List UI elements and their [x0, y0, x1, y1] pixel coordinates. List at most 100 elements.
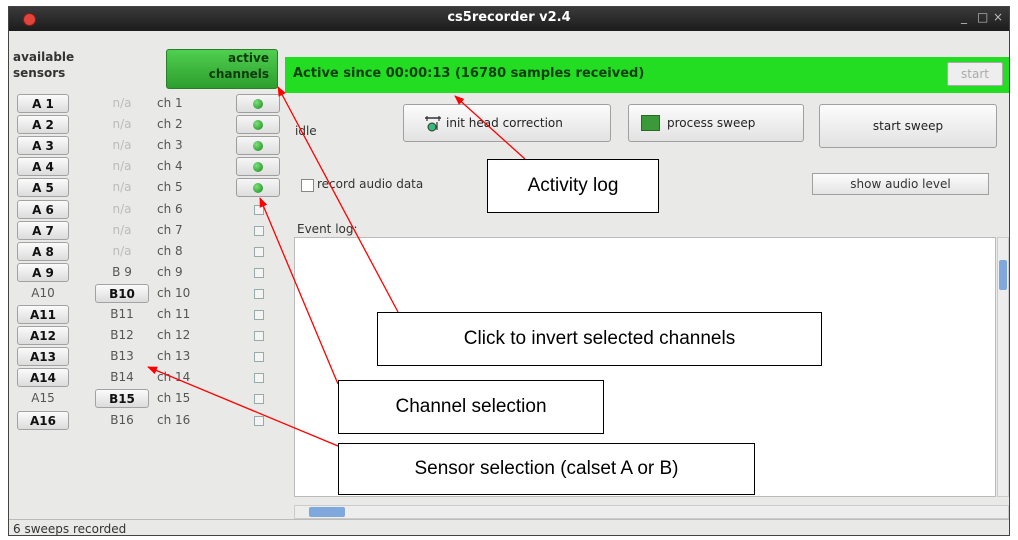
- sensor-b-button[interactable]: n/a: [95, 221, 149, 240]
- vertical-scroll-thumb[interactable]: [999, 260, 1007, 290]
- inactive-checkbox-icon: [254, 415, 264, 426]
- sensor-a-button[interactable]: A 5: [17, 178, 69, 198]
- record-audio-label: record audio data: [317, 177, 424, 191]
- inactive-checkbox-icon: [254, 394, 264, 405]
- sensor-a-button[interactable]: A 3: [17, 136, 69, 156]
- inactive-checkbox-icon: [254, 204, 264, 215]
- record-audio-checkbox[interactable]: [301, 179, 314, 192]
- sensor-selection-callout: Sensor selection (calset A or B): [338, 443, 755, 495]
- sensor-a-button[interactable]: A16: [17, 410, 69, 430]
- sensor-a-button[interactable]: A10: [17, 284, 69, 303]
- channel-label: ch 2: [157, 117, 183, 132]
- sensor-b-button[interactable]: n/a: [95, 136, 149, 155]
- title-bar: cs5recorder v2.4 _ □ ×: [9, 7, 1009, 31]
- head-correction-icon: [425, 116, 441, 132]
- sensor-a-button[interactable]: A13: [17, 347, 69, 367]
- channel-toggle[interactable]: [236, 242, 280, 261]
- activity-log-callout: Activity log: [487, 159, 659, 213]
- channel-toggle[interactable]: [236, 411, 280, 430]
- channel-toggle[interactable]: [236, 389, 280, 408]
- vertical-scrollbar[interactable]: [997, 237, 1009, 497]
- sensor-a-button[interactable]: A11: [17, 305, 69, 324]
- process-sweep-label: process sweep: [667, 116, 756, 130]
- channel-label: ch 9: [157, 264, 183, 279]
- sensor-b-button[interactable]: n/a: [95, 200, 149, 219]
- channel-toggle[interactable]: [236, 200, 280, 219]
- channel-toggle[interactable]: [236, 305, 280, 324]
- channel-label: ch 5: [157, 180, 183, 195]
- channel-label: ch 8: [157, 243, 183, 258]
- sensor-b-button[interactable]: B13: [95, 347, 149, 366]
- sensor-b-button[interactable]: n/a: [95, 94, 149, 113]
- sensor-b-button[interactable]: n/a: [95, 157, 149, 176]
- activity-status-text: Active since 00:00:13 (16780 samples rec…: [293, 66, 645, 81]
- sensor-b-button[interactable]: B14: [95, 368, 149, 387]
- state-label: idle: [295, 124, 317, 138]
- sensor-a-button[interactable]: A 1: [17, 94, 69, 113]
- event-log-label: Event log:: [297, 222, 358, 236]
- process-sweep-icon: [641, 115, 660, 131]
- channel-toggle[interactable]: [236, 94, 280, 113]
- sensor-a-button[interactable]: A 9: [17, 262, 69, 282]
- channel-toggle[interactable]: [236, 368, 280, 387]
- channel-label: ch 15: [157, 391, 191, 406]
- channel-label: ch 7: [157, 222, 183, 237]
- maximize-icon[interactable]: □: [977, 10, 988, 24]
- available-sensors-header: available sensors: [13, 49, 74, 81]
- invert-channels-callout: Click to invert selected channels: [377, 312, 822, 366]
- channel-toggle[interactable]: [236, 221, 280, 240]
- sensor-b-button[interactable]: n/a: [95, 115, 149, 134]
- active-led-icon: [253, 183, 263, 194]
- horizontal-scrollbar[interactable]: [294, 505, 1009, 519]
- active-header-line1: active: [227, 51, 269, 65]
- sensor-b-button[interactable]: B 9: [95, 263, 149, 282]
- inactive-checkbox-icon: [254, 373, 264, 384]
- start-sweep-button[interactable]: start sweep: [819, 104, 997, 148]
- channel-label: ch 4: [157, 159, 183, 174]
- sensor-a-button[interactable]: A 8: [17, 241, 69, 261]
- init-head-correction-button[interactable]: init head correction: [403, 104, 611, 142]
- process-sweep-button[interactable]: process sweep: [628, 104, 804, 142]
- sensor-a-button[interactable]: A 2: [17, 115, 69, 135]
- active-led-icon: [253, 99, 263, 109]
- activity-status-banner: Active since 00:00:13 (16780 samples rec…: [285, 57, 1009, 93]
- available-header-line1: available: [13, 50, 75, 64]
- sensor-b-button[interactable]: n/a: [95, 242, 149, 261]
- sensor-b-button[interactable]: B15: [95, 389, 149, 409]
- channel-toggle[interactable]: [236, 157, 280, 177]
- minimize-icon[interactable]: _: [961, 10, 967, 24]
- inactive-checkbox-icon: [254, 288, 264, 299]
- sensor-a-button[interactable]: A15: [17, 389, 69, 408]
- invert-active-channels-button[interactable]: active channels: [166, 49, 278, 89]
- channel-label: ch 16: [157, 412, 191, 427]
- sensor-b-button[interactable]: B12: [95, 326, 149, 345]
- inactive-checkbox-icon: [254, 352, 264, 363]
- channel-toggle[interactable]: [236, 284, 280, 303]
- channel-toggle[interactable]: [236, 115, 280, 135]
- channel-toggle[interactable]: [236, 178, 280, 198]
- available-header-line2: sensors: [13, 66, 66, 80]
- horizontal-scroll-thumb[interactable]: [309, 507, 345, 517]
- sensor-b-button[interactable]: B16: [95, 411, 149, 430]
- active-header-line2: channels: [208, 67, 269, 81]
- channel-toggle[interactable]: [236, 326, 280, 345]
- channel-toggle[interactable]: [236, 263, 280, 282]
- show-audio-level-button[interactable]: show audio level: [812, 173, 989, 195]
- channel-label: ch 3: [157, 138, 183, 153]
- sensor-a-button[interactable]: A14: [17, 368, 69, 388]
- start-button[interactable]: start: [947, 62, 1003, 86]
- channel-toggle[interactable]: [236, 136, 280, 156]
- sensor-b-button[interactable]: n/a: [95, 178, 149, 197]
- channel-label: ch 1: [157, 96, 183, 110]
- close-icon[interactable]: ×: [993, 10, 1003, 24]
- sensor-a-button[interactable]: A 6: [17, 199, 69, 219]
- sensor-b-button[interactable]: B10: [95, 283, 149, 303]
- active-led-icon: [253, 120, 263, 131]
- sensor-b-button[interactable]: B11: [95, 305, 149, 324]
- channel-toggle[interactable]: [236, 347, 280, 366]
- sensor-a-button[interactable]: A12: [17, 326, 69, 346]
- sensor-a-button[interactable]: A 4: [17, 157, 69, 177]
- sensor-a-button[interactable]: A 7: [17, 220, 69, 240]
- start-sweep-label: start sweep: [872, 119, 944, 133]
- window-title: cs5recorder v2.4: [447, 10, 571, 25]
